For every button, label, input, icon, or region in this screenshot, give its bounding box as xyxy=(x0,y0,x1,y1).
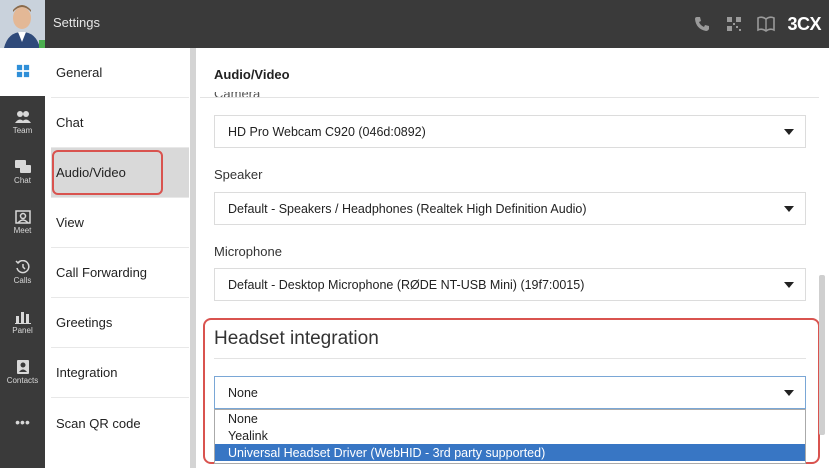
content-scrollbar[interactable] xyxy=(819,275,825,435)
rail-label-contacts: Contacts xyxy=(6,375,39,385)
rail-label-panel: Panel xyxy=(12,325,33,335)
top-icons: 3CX xyxy=(691,0,821,48)
book-icon[interactable] xyxy=(755,13,777,35)
menu-scrollbar[interactable] xyxy=(190,48,196,468)
brand-logo: 3CX xyxy=(787,13,821,34)
rail-item-home[interactable] xyxy=(0,48,45,96)
dropdown-option-yealink[interactable]: Yealink xyxy=(215,427,805,444)
avatar[interactable] xyxy=(0,0,45,48)
headset-divider xyxy=(214,358,806,359)
menu-item-call-forwarding[interactable]: Call Forwarding xyxy=(51,248,189,298)
panel-icon xyxy=(14,311,31,324)
top-bar: Settings 3CX xyxy=(0,0,829,48)
rail-item-contacts[interactable]: Contacts xyxy=(0,348,45,396)
rail-item-chat[interactable]: Chat xyxy=(0,148,45,196)
speaker-select[interactable]: Default - Speakers / Headphones (Realtek… xyxy=(214,192,806,225)
rail-item-team[interactable]: Team xyxy=(0,98,45,146)
nav-rail: Team Chat Meet Calls Panel Contacts ••• xyxy=(0,48,45,468)
settings-menu: General Chat Audio/Video View Call Forwa… xyxy=(45,48,197,468)
meet-icon xyxy=(14,209,31,224)
camera-value: HD Pro Webcam C920 (046d:0892) xyxy=(228,124,426,139)
microphone-value: Default - Desktop Microphone (RØDE NT-US… xyxy=(228,277,585,292)
microphone-label: Microphone xyxy=(214,244,282,259)
camera-select[interactable]: HD Pro Webcam C920 (046d:0892) xyxy=(214,115,806,148)
more-icon: ••• xyxy=(15,414,30,430)
menu-item-view[interactable]: View xyxy=(51,198,189,248)
headset-select[interactable]: None xyxy=(214,376,806,409)
speaker-label: Speaker xyxy=(214,167,263,182)
headset-title: Headset integration xyxy=(214,328,379,349)
title-divider xyxy=(200,97,819,98)
menu-item-general[interactable]: General xyxy=(51,48,189,98)
rail-label-team: Team xyxy=(12,125,33,135)
headset-value: None xyxy=(228,385,258,400)
app-title: Settings xyxy=(53,15,100,30)
dropdown-option-none[interactable]: None xyxy=(215,410,805,427)
rail-item-panel[interactable]: Panel xyxy=(0,298,45,346)
chevron-down-icon xyxy=(784,206,794,212)
menu-item-scan-qr-code[interactable]: Scan QR code xyxy=(51,398,189,448)
team-icon xyxy=(14,110,31,123)
rail-label-calls: Calls xyxy=(13,275,32,285)
dropdown-option-universal-headset-driver[interactable]: Universal Headset Driver (WebHID - 3rd p… xyxy=(215,444,805,461)
rail-label-meet: Meet xyxy=(13,225,32,235)
menu-item-integration[interactable]: Integration xyxy=(51,348,189,398)
menu-item-chat[interactable]: Chat xyxy=(51,98,189,148)
rail-item-meet[interactable]: Meet xyxy=(0,198,45,246)
calls-icon xyxy=(14,259,30,273)
rail-item-calls[interactable]: Calls xyxy=(0,248,45,296)
microphone-select[interactable]: Default - Desktop Microphone (RØDE NT-US… xyxy=(214,268,806,301)
chevron-down-icon xyxy=(784,282,794,288)
chat-icon xyxy=(14,159,31,173)
qr-code-icon[interactable] xyxy=(723,13,745,35)
chevron-down-icon xyxy=(784,390,794,396)
headset-dropdown: None Yealink Universal Headset Driver (W… xyxy=(214,409,806,464)
rail-item-more[interactable]: ••• xyxy=(0,398,45,446)
contacts-icon xyxy=(16,359,29,374)
chevron-down-icon xyxy=(784,129,794,135)
phone-icon[interactable] xyxy=(691,13,713,35)
section-title: Audio/Video xyxy=(214,67,290,82)
rail-label-chat: Chat xyxy=(14,175,31,185)
audio-video-highlight xyxy=(52,150,163,195)
speaker-value: Default - Speakers / Headphones (Realtek… xyxy=(228,201,587,216)
menu-item-greetings[interactable]: Greetings xyxy=(51,298,189,348)
windows-icon xyxy=(16,64,29,78)
